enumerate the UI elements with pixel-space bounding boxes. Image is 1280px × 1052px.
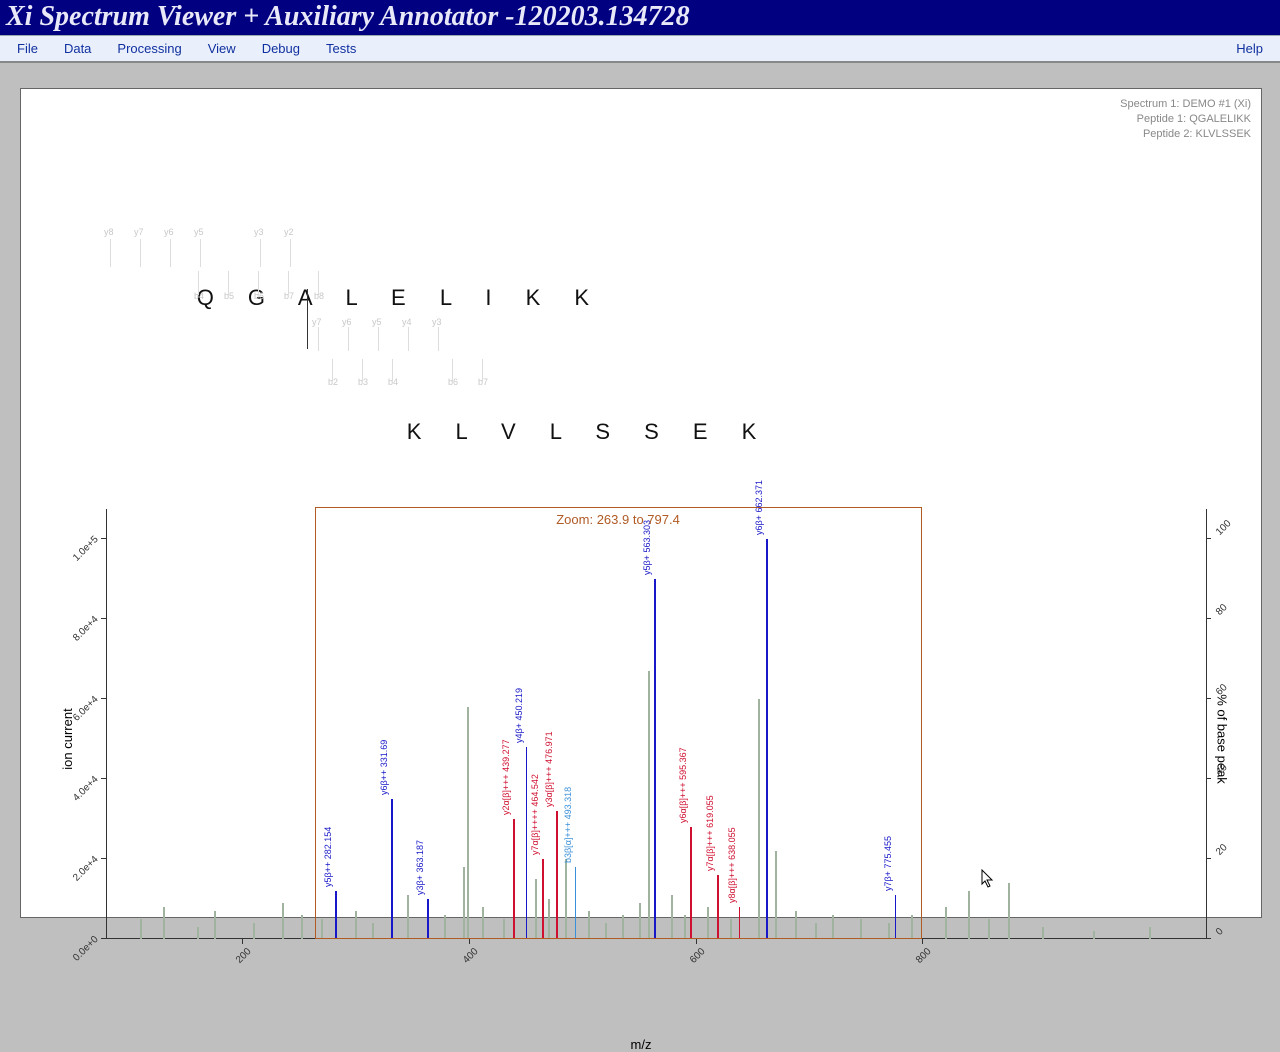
crosslink-line — [307, 289, 308, 349]
y-tick-label: 6.0e+4 — [71, 694, 101, 724]
peptide-2-sequence: K L V L S S E K — [286, 393, 770, 471]
y-tick-label: 0.0e+0 — [71, 934, 101, 964]
menu-debug[interactable]: Debug — [249, 38, 313, 59]
unannotated-peak — [197, 927, 199, 939]
y-tick-label: 8.0e+4 — [71, 614, 101, 644]
frag-tag: b8 — [314, 291, 324, 301]
unannotated-peak — [988, 919, 990, 939]
x-tick-label: 800 — [914, 946, 934, 966]
unannotated-peak — [301, 915, 303, 939]
frag-tag: y7 — [312, 317, 322, 327]
menu-file[interactable]: File — [4, 38, 51, 59]
info-spectrum: Spectrum 1: DEMO #1 (Xi) — [1120, 97, 1251, 112]
frag-tag: y6 — [164, 227, 174, 237]
frag-tag: y8 — [104, 227, 114, 237]
unannotated-peak — [163, 907, 165, 939]
frag-tag: b2 — [328, 377, 338, 387]
y2-tick-label: 20 — [1214, 842, 1230, 858]
frag-tag: b7 — [478, 377, 488, 387]
mouse-cursor-icon — [981, 869, 995, 889]
x-tick-label: 400 — [461, 946, 481, 966]
frag-tag: b7 — [284, 291, 294, 301]
spectrum-canvas[interactable]: Spectrum 1: DEMO #1 (Xi) Peptide 1: QGAL… — [20, 88, 1262, 918]
unannotated-peak — [140, 919, 142, 939]
unannotated-peak — [1042, 927, 1044, 939]
menu-tests[interactable]: Tests — [313, 38, 369, 59]
unannotated-peak — [214, 911, 216, 939]
menu-bar: File Data Processing View Debug Tests He… — [0, 35, 1280, 63]
zoom-label: Zoom: 263.9 to 797.4 — [556, 512, 680, 527]
frag-tag: y7 — [134, 227, 144, 237]
unannotated-peak — [282, 903, 284, 939]
y-tick-label: 4.0e+4 — [71, 774, 101, 804]
frag-tag: b4 — [388, 377, 398, 387]
menu-processing[interactable]: Processing — [104, 38, 194, 59]
menu-view[interactable]: View — [195, 38, 249, 59]
unannotated-peak — [945, 907, 947, 939]
frag-tag: y2 — [284, 227, 294, 237]
zoom-selection-box[interactable]: Zoom: 263.9 to 797.4 — [315, 507, 922, 939]
y-tick-label: 1.0e+5 — [71, 534, 101, 564]
frag-tag: y5 — [372, 317, 382, 327]
frag-tag: b3 — [358, 377, 368, 387]
peptide-1-sequence: Q G A L E L I K K — [76, 259, 770, 337]
menu-data[interactable]: Data — [51, 38, 104, 59]
y2-tick-label: 80 — [1214, 602, 1230, 618]
frag-tag: y6 — [342, 317, 352, 327]
spectrum-plot[interactable]: m/z ion current % of base peak 200400600… — [51, 494, 1231, 984]
frag-tag: b6 — [448, 377, 458, 387]
unannotated-peak — [1093, 931, 1095, 939]
unannotated-peak — [968, 891, 970, 939]
frag-tag: y3 — [254, 227, 264, 237]
frag-tag: y4 — [402, 317, 412, 327]
y-axis-right — [1206, 509, 1207, 939]
frag-tag: b6 — [254, 291, 264, 301]
peptide-2-text: K L V L S S E K — [407, 419, 771, 444]
x-tick-label: 600 — [688, 946, 708, 966]
x-tick-label: 200 — [234, 946, 254, 966]
info-peptide2: Peptide 2: KLVLSSEK — [1120, 127, 1251, 142]
unannotated-peak — [1149, 927, 1151, 939]
menu-help[interactable]: Help — [1223, 38, 1276, 59]
y-axis-left — [106, 509, 107, 939]
frag-tag: y5 — [194, 227, 204, 237]
info-peptide1: Peptide 1: QGALELIKK — [1120, 112, 1251, 127]
frag-tag: y3 — [432, 317, 442, 327]
unannotated-peak — [1008, 883, 1010, 939]
frag-tag: b4 — [194, 291, 204, 301]
info-box: Spectrum 1: DEMO #1 (Xi) Peptide 1: QGAL… — [1120, 97, 1251, 142]
peptide-diagram: Q G A L E L I K K K L V L S S E K y8y7y6… — [76, 259, 770, 471]
window-title: Xi Spectrum Viewer + Auxiliary Annotator… — [0, 0, 1280, 35]
y-tick-label: 2.0e+4 — [71, 854, 101, 884]
frag-tag: b5 — [224, 291, 234, 301]
x-axis-label: m/z — [631, 1037, 652, 1052]
y2-tick-label: 0 — [1214, 926, 1226, 938]
y2-tick-label: 100 — [1214, 518, 1234, 538]
